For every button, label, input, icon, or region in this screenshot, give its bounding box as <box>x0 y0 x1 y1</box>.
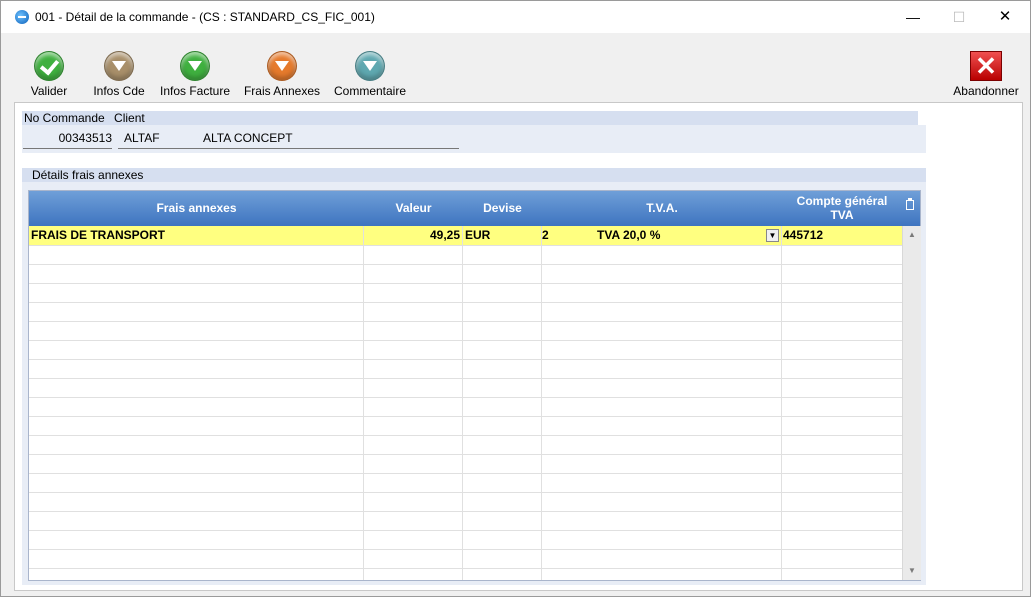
invoice-info-label: Infos Facture <box>159 84 231 98</box>
clipboard-icon[interactable] <box>906 198 914 210</box>
details-section-title: Détails frais annexes <box>32 168 144 182</box>
title-bar: 001 - Détail de la commande - (CS : STAN… <box>1 1 1030 33</box>
cell-tva-label[interactable]: TVA 20,0 % <box>597 226 757 245</box>
cell-devise: EUR <box>465 228 491 242</box>
empty-table-row[interactable] <box>29 359 902 379</box>
cancel-label: Abandonner <box>953 84 1019 98</box>
comment-button[interactable]: Commentaire <box>330 51 410 98</box>
empty-table-row[interactable] <box>29 549 902 569</box>
window-title: 001 - Détail de la commande - (CS : STAN… <box>35 10 375 24</box>
empty-table-row[interactable] <box>29 454 902 474</box>
close-button[interactable]: ✕ <box>982 1 1028 33</box>
cancel-button[interactable]: ✕ Abandonner <box>951 51 1021 98</box>
scroll-up-icon[interactable]: ▲ <box>903 226 921 244</box>
toolbar: Valider Infos Cde Infos Facture Frais An… <box>1 33 1030 101</box>
order-info-button[interactable]: Infos Cde <box>89 51 149 98</box>
table-row[interactable]: FRAIS DE TRANSPORT 49,25 EUR 2 TVA 20,0 … <box>29 226 902 246</box>
empty-table-row[interactable] <box>29 511 902 531</box>
validate-button[interactable]: Valider <box>27 51 71 98</box>
col-header-valeur[interactable]: Valeur <box>364 191 463 226</box>
empty-table-row[interactable] <box>29 264 902 284</box>
scroll-down-icon[interactable]: ▼ <box>903 562 921 580</box>
col-divider <box>781 226 782 580</box>
empty-table-row[interactable] <box>29 302 902 322</box>
down-triangle-icon <box>180 51 210 81</box>
order-info-label: Infos Cde <box>93 84 145 98</box>
empty-table-row[interactable] <box>29 416 902 436</box>
down-triangle-icon <box>267 51 297 81</box>
minimize-button[interactable]: — <box>890 1 936 33</box>
order-no-value: 00343513 <box>58 131 112 145</box>
cell-tva-code: 2 <box>542 228 549 242</box>
client-code-value: ALTAF <box>124 131 160 145</box>
comment-label: Commentaire <box>333 84 407 98</box>
col-divider <box>541 226 542 580</box>
col-header-compte-line2: TVA <box>830 208 854 222</box>
fees-grid: Frais annexes Valeur Devise T.V.A. Compt… <box>28 190 921 581</box>
down-triangle-icon <box>355 51 385 81</box>
col-header-compte[interactable]: Compte général TVA <box>782 191 902 229</box>
details-section-header: Détails frais annexes <box>22 168 926 182</box>
vertical-scrollbar[interactable]: ▲ ▼ <box>902 226 921 580</box>
app-icon <box>15 10 29 24</box>
order-detail-window: 001 - Détail de la commande - (CS : STAN… <box>0 0 1031 597</box>
chevron-down-icon[interactable]: ▼ <box>766 229 779 242</box>
client-name-value: ALTA CONCEPT <box>203 131 293 145</box>
client-label: Client <box>114 111 145 125</box>
empty-table-row[interactable] <box>29 435 902 455</box>
down-triangle-icon <box>104 51 134 81</box>
empty-table-row[interactable] <box>29 378 902 398</box>
empty-table-row[interactable] <box>29 397 902 417</box>
empty-table-row[interactable] <box>29 245 902 265</box>
cell-compte: 445712 <box>783 228 824 242</box>
order-no-label: No Commande <box>24 111 105 125</box>
empty-table-row[interactable] <box>29 340 902 360</box>
empty-table-row[interactable] <box>29 530 902 550</box>
empty-table-row[interactable] <box>29 321 902 341</box>
col-header-tva[interactable]: T.V.A. <box>542 191 782 226</box>
empty-table-row[interactable] <box>29 283 902 303</box>
col-divider <box>462 226 463 580</box>
cell-valeur: 49,25 <box>429 228 460 242</box>
col-header-compte-line1: Compte général <box>796 194 888 208</box>
close-icon: ✕ <box>970 51 1002 81</box>
order-section-header: No Commande Client <box>22 111 918 125</box>
col-divider <box>363 226 364 580</box>
client-underline <box>118 148 459 149</box>
cell-frais: FRAIS DE TRANSPORT <box>31 228 166 242</box>
col-header-frais[interactable]: Frais annexes <box>29 191 364 226</box>
order-no-underline <box>23 148 112 149</box>
invoice-info-button[interactable]: Infos Facture <box>156 51 234 98</box>
validate-label: Valider <box>30 84 68 98</box>
check-icon <box>34 51 64 81</box>
empty-table-row[interactable] <box>29 473 902 493</box>
grid-header: Frais annexes Valeur Devise T.V.A. Compt… <box>29 191 920 226</box>
additional-fees-label: Frais Annexes <box>243 84 321 98</box>
maximize-button[interactable]: ☐ <box>936 1 982 33</box>
col-header-devise[interactable]: Devise <box>463 191 542 226</box>
additional-fees-button[interactable]: Frais Annexes <box>239 51 325 98</box>
empty-table-row[interactable] <box>29 492 902 512</box>
